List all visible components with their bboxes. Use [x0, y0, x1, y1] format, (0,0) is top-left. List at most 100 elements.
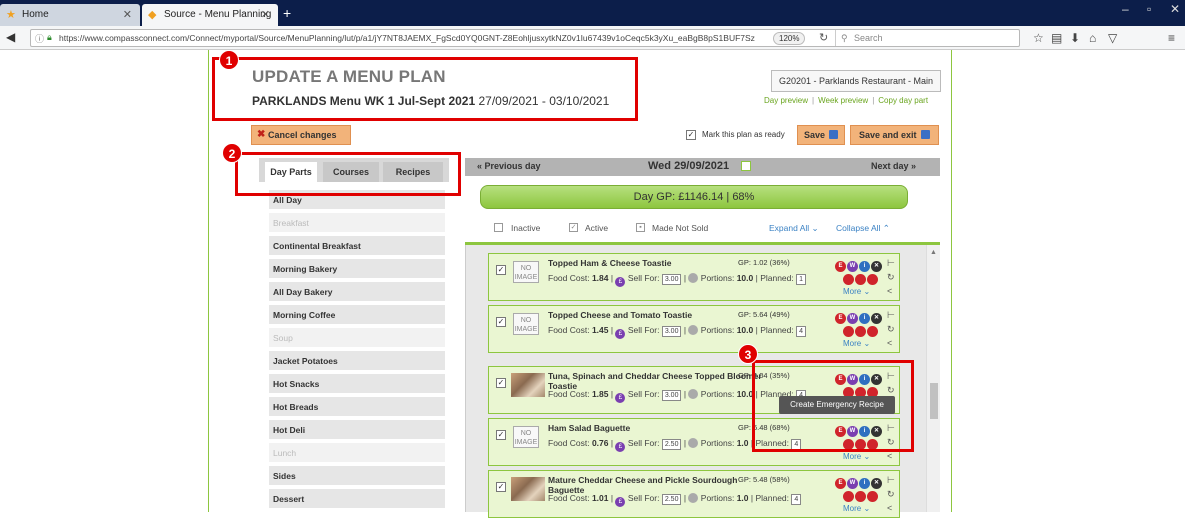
expand-all-link[interactable]: Expand All ⌄ — [769, 223, 819, 234]
sidebar-item-day-part[interactable]: Soup — [269, 328, 445, 348]
next-day-link[interactable]: Next day » — [871, 161, 916, 171]
pin-icon[interactable]: ⊢ — [887, 310, 895, 321]
refresh-icon[interactable]: ↻ — [887, 489, 895, 500]
more-link[interactable]: More ⌄ — [843, 339, 870, 348]
sidebar-item-day-part[interactable]: Sides — [269, 466, 445, 486]
allergen-icon[interactable] — [855, 274, 866, 285]
search-input[interactable]: ⚲ Search — [835, 30, 1015, 46]
scroll-up-icon[interactable]: ▲ — [930, 249, 937, 256]
maximize-icon[interactable]: ▫ — [1147, 2, 1151, 16]
allergen-icon[interactable] — [867, 326, 878, 337]
save-and-exit-button[interactable]: Save and exit — [850, 125, 939, 145]
sidebar-item-day-part[interactable]: Hot Deli — [269, 420, 445, 440]
sidebar-item-day-part[interactable]: Morning Coffee — [269, 305, 445, 325]
sell-for-input[interactable]: 3.00 — [661, 274, 682, 285]
sidebar-item-day-part[interactable]: Breakfast — [269, 213, 445, 233]
zoom-indicator[interactable]: 120% — [773, 32, 806, 45]
tab-menu-planning[interactable]: ◆ Source - Menu Planning ✕ — [142, 4, 278, 26]
edit-icon[interactable]: E — [835, 261, 846, 272]
waste-icon[interactable]: W — [847, 313, 858, 324]
share-icon[interactable]: < — [887, 338, 892, 348]
recipe-select-checkbox[interactable]: ✓ — [496, 265, 506, 275]
active-checkbox[interactable]: ✓ — [569, 223, 578, 232]
allergen-icon[interactable] — [843, 491, 854, 502]
more-link[interactable]: More ⌄ — [843, 287, 870, 296]
reading-list-icon[interactable]: ▤ — [1051, 31, 1062, 45]
sidebar-item-day-part[interactable]: Lunch — [269, 443, 445, 463]
mark-ready-checkbox[interactable]: ✓ — [686, 130, 696, 140]
info-icon[interactable]: ⓘ — [35, 32, 44, 45]
allergen-icon[interactable] — [867, 274, 878, 285]
save-button[interactable]: Save — [797, 125, 845, 145]
planned-input[interactable]: 4 — [796, 326, 807, 337]
sell-for-input[interactable]: 3.00 — [661, 326, 682, 337]
pin-icon[interactable]: ⊢ — [887, 258, 895, 269]
tab-home[interactable]: ★ Home ✕ — [0, 4, 140, 26]
waste-icon[interactable]: W — [847, 478, 858, 489]
allergen-icon[interactable] — [855, 326, 866, 337]
remove-icon[interactable]: ✕ — [871, 261, 882, 272]
cancel-changes-button[interactable]: ✖ Cancel changes — [251, 125, 351, 145]
download-icon[interactable]: ⬇ — [1070, 31, 1080, 45]
sell-for-input[interactable]: 3.00 — [661, 390, 682, 401]
previous-day-link[interactable]: « Previous day — [477, 161, 541, 171]
info-icon[interactable]: i — [859, 261, 870, 272]
pocket-icon[interactable]: ▽ — [1108, 31, 1117, 45]
inactive-checkbox[interactable] — [494, 223, 503, 232]
sidebar-item-day-part[interactable]: All Day Bakery — [269, 282, 445, 302]
week-preview-link[interactable]: Week preview — [818, 96, 868, 105]
share-icon[interactable]: < — [887, 286, 892, 296]
close-tab-icon[interactable]: ✕ — [123, 4, 132, 26]
home-icon[interactable]: ⌂ — [1089, 31, 1096, 45]
sell-for-input[interactable]: 2.50 — [661, 439, 682, 450]
day-preview-link[interactable]: Day preview — [764, 96, 808, 105]
calendar-icon[interactable] — [741, 161, 751, 171]
menu-icon[interactable]: ≡ — [1168, 31, 1175, 45]
allergen-icon[interactable] — [855, 491, 866, 502]
window-close-icon[interactable]: ✕ — [1170, 2, 1180, 16]
waste-icon[interactable]: W — [847, 261, 858, 272]
edit-icon[interactable]: E — [835, 313, 846, 324]
recipe-select-checkbox[interactable]: ✓ — [496, 430, 506, 440]
minimize-icon[interactable]: – — [1122, 2, 1129, 16]
allergen-icon[interactable] — [867, 491, 878, 502]
recipe-select-checkbox[interactable]: ✓ — [496, 378, 506, 388]
remove-icon[interactable]: ✕ — [871, 478, 882, 489]
bookmark-star-icon[interactable]: ☆ — [1033, 31, 1044, 45]
refresh-icon[interactable]: ↻ — [887, 324, 895, 335]
info-icon[interactable]: i — [859, 313, 870, 324]
planned-input[interactable]: 4 — [791, 494, 802, 505]
more-link[interactable]: More ⌄ — [843, 452, 870, 461]
copy-day-part-link[interactable]: Copy day part — [878, 96, 928, 105]
allergen-icon[interactable] — [843, 326, 854, 337]
recipe-name[interactable]: Topped Cheese and Tomato Toastie — [548, 310, 692, 320]
new-tab-button[interactable]: + — [283, 4, 291, 22]
back-arrow-icon[interactable]: ◀ — [6, 30, 15, 44]
allergen-icon[interactable] — [843, 274, 854, 285]
recipe-name[interactable]: Tuna, Spinach and Cheddar Cheese Topped … — [548, 371, 762, 391]
recipe-select-checkbox[interactable]: ✓ — [496, 317, 506, 327]
edit-icon[interactable]: E — [835, 478, 846, 489]
sidebar-item-day-part[interactable]: Hot Breads — [269, 397, 445, 417]
sidebar-item-day-part[interactable]: Hot Snacks — [269, 374, 445, 394]
recipe-select-checkbox[interactable]: ✓ — [496, 482, 506, 492]
remove-icon[interactable]: ✕ — [871, 313, 882, 324]
share-icon[interactable]: < — [887, 451, 892, 461]
close-tab-icon[interactable]: ✕ — [261, 4, 270, 26]
reload-icon[interactable]: ↻ — [819, 31, 828, 44]
recipe-name[interactable]: Topped Ham & Cheese Toastie — [548, 258, 671, 268]
recipe-name[interactable]: Mature Cheddar Cheese and Pickle Sourdou… — [548, 475, 737, 495]
sidebar-item-day-part[interactable]: Continental Breakfast — [269, 236, 445, 256]
info-icon[interactable]: i — [859, 478, 870, 489]
made-not-sold-checkbox[interactable]: ▪ — [636, 223, 645, 232]
sidebar-item-day-part[interactable]: Morning Bakery — [269, 259, 445, 279]
site-select[interactable]: G20201 - Parklands Restaurant - Main — [771, 70, 941, 92]
scrollbar-thumb[interactable] — [930, 383, 938, 419]
refresh-icon[interactable]: ↻ — [887, 272, 895, 283]
recipe-scrollbar[interactable]: ▲ — [926, 245, 940, 512]
address-bar[interactable]: ⓘ 🔒︎ https://www.compassconnect.com/Conn… — [30, 29, 1020, 47]
pin-icon[interactable]: ⊢ — [887, 475, 895, 486]
sidebar-item-day-part[interactable]: Dessert — [269, 489, 445, 509]
recipe-name[interactable]: Ham Salad Baguette — [548, 423, 630, 433]
planned-input[interactable]: 1 — [796, 274, 807, 285]
